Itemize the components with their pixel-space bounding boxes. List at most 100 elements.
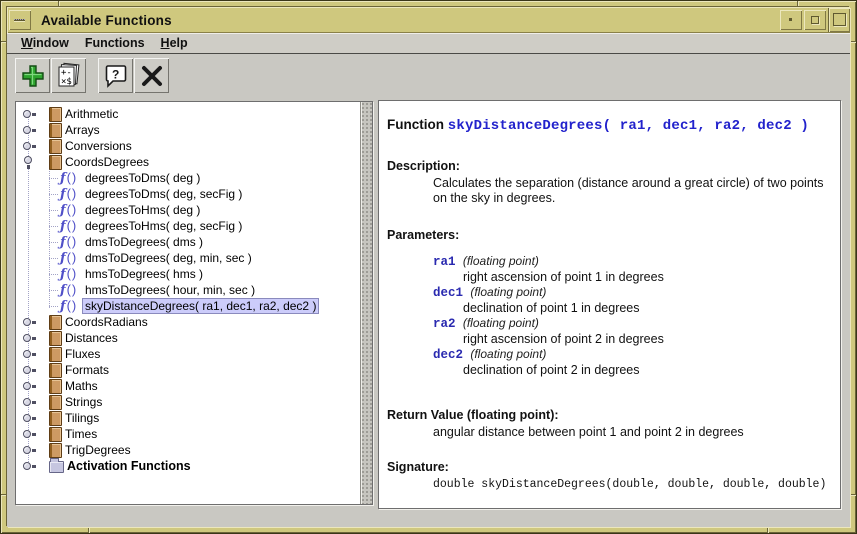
expand-handle-icon[interactable] (22, 331, 36, 345)
minimize-icon (789, 18, 792, 21)
parameter-list: ra1 (floating point) right ascension of … (385, 254, 834, 378)
function-icon (60, 235, 82, 249)
tree-branch-tick (49, 306, 58, 307)
tree-function-row[interactable]: skyDistanceDegrees( ra1, dec1, ra2, dec2… (16, 298, 360, 314)
tree-branch-tick (49, 258, 58, 259)
tree-function-row[interactable]: hmsToDegrees( hour, min, sec ) (16, 282, 360, 298)
book-icon (49, 443, 62, 458)
book-icon (49, 155, 62, 170)
function-icon (60, 299, 82, 313)
function-icon (60, 219, 82, 233)
expand-handle-icon[interactable] (22, 443, 36, 457)
window-title: Available Functions (31, 13, 778, 28)
tree-category-row[interactable]: TrigDegrees (16, 442, 360, 458)
parameter-description: right ascension of point 2 in degrees (463, 332, 834, 347)
tree-branch-tick (49, 226, 58, 227)
tree-category-label: TrigDegrees (62, 442, 134, 458)
tree-category-row[interactable]: Fluxes (16, 346, 360, 362)
close-button[interactable] (134, 58, 169, 93)
parameter-entry: ra1 (floating point) right ascension of … (385, 254, 834, 285)
function-icon (60, 203, 82, 217)
book-icon (49, 123, 62, 138)
green-plus-icon (20, 63, 46, 89)
parameter-name: dec1 (433, 286, 463, 300)
book-icon (49, 139, 62, 154)
frame-notch (850, 494, 856, 496)
tree-function-row[interactable]: degreesToHms( deg ) (16, 202, 360, 218)
parameter-type: (floating point) (460, 254, 539, 268)
minimize-button[interactable] (780, 10, 802, 30)
book-icon (49, 461, 64, 473)
tree-category-row[interactable]: Tilings (16, 410, 360, 426)
help-button[interactable]: ? (98, 58, 133, 93)
tree-category-row[interactable]: Strings (16, 394, 360, 410)
tree-category-row[interactable]: Arrays (16, 122, 360, 138)
tree-category-row[interactable]: Formats (16, 362, 360, 378)
tree-function-label: degreesToDms( deg, secFig ) (82, 186, 245, 202)
svg-text:×$: ×$ (61, 77, 72, 87)
expand-handle-icon[interactable] (22, 107, 36, 121)
maximize-button[interactable] (804, 10, 826, 30)
titlebar[interactable]: Available Functions (7, 7, 850, 33)
doc-header-signature: skyDistanceDegrees( ra1, dec1, ra2, dec2… (448, 118, 809, 134)
description-text: Calculates the separation (distance arou… (433, 176, 833, 206)
parameter-description: right ascension of point 1 in degrees (463, 270, 834, 285)
tree-function-row[interactable]: hmsToDegrees( hms ) (16, 266, 360, 282)
window-menu-button[interactable] (9, 10, 31, 30)
expand-handle-icon[interactable] (22, 123, 36, 137)
frame-notch (850, 41, 856, 43)
functions-tree[interactable]: Arithmetic Arrays Conversions CoordsDegr… (16, 102, 360, 504)
expand-handle-icon[interactable] (22, 155, 36, 169)
menu-functions[interactable]: Functions (77, 34, 153, 52)
tree-function-row[interactable]: dmsToDegrees( deg, min, sec ) (16, 250, 360, 266)
tree-function-row[interactable]: degreesToDms( deg ) (16, 170, 360, 186)
tree-scrollbar[interactable] (360, 102, 372, 504)
resize-corner[interactable] (828, 8, 850, 32)
book-icon (49, 427, 62, 442)
menu-help[interactable]: Help (153, 34, 196, 52)
tree-category-row[interactable]: Activation Functions (16, 458, 360, 474)
tree-category-row[interactable]: Distances (16, 330, 360, 346)
tree-category-label: Formats (62, 362, 112, 378)
parameter-type: (floating point) (467, 347, 546, 361)
tree-category-row[interactable]: Times (16, 426, 360, 442)
function-icon (60, 267, 82, 281)
expand-handle-icon[interactable] (22, 411, 36, 425)
book-icon (49, 315, 62, 330)
tree-category-row[interactable]: CoordsDegrees (16, 154, 360, 170)
doc-header: Function skyDistanceDegrees( ra1, dec1, … (387, 117, 834, 134)
tree-function-row[interactable]: dmsToDegrees( dms ) (16, 234, 360, 250)
calc-sheets-icon: +- ×$ (55, 62, 83, 90)
tree-function-row[interactable]: degreesToDms( deg, secFig ) (16, 186, 360, 202)
tree-branch-tick (49, 242, 58, 243)
signature-label: Signature: (387, 460, 834, 474)
tree-function-label: dmsToDegrees( dms ) (82, 234, 206, 250)
expand-handle-icon[interactable] (22, 459, 36, 473)
menu-window[interactable]: Window (13, 34, 77, 52)
expand-handle-icon[interactable] (22, 315, 36, 329)
tree-category-row[interactable]: Arithmetic (16, 106, 360, 122)
tree-function-label: hmsToDegrees( hms ) (82, 266, 206, 282)
tree-branch-tick (49, 194, 58, 195)
parameter-name: dec2 (433, 348, 463, 362)
tree-function-label: hmsToDegrees( hour, min, sec ) (82, 282, 258, 298)
tree-function-row[interactable]: degreesToHms( deg, secFig ) (16, 218, 360, 234)
add-function-button[interactable] (15, 58, 50, 93)
tree-category-row[interactable]: Maths (16, 378, 360, 394)
parameter-description: declination of point 1 in degrees (463, 301, 834, 316)
book-icon (49, 411, 62, 426)
tree-category-row[interactable]: CoordsRadians (16, 314, 360, 330)
menubar: Window Functions Help (7, 33, 850, 54)
expand-handle-icon[interactable] (22, 395, 36, 409)
tree-branch-tick (49, 178, 58, 179)
expand-handle-icon[interactable] (22, 379, 36, 393)
expand-handle-icon[interactable] (22, 139, 36, 153)
browse-functions-button[interactable]: +- ×$ (51, 58, 86, 93)
expand-handle-icon[interactable] (22, 363, 36, 377)
function-icon (60, 283, 82, 297)
tree-category-row[interactable]: Conversions (16, 138, 360, 154)
book-icon (49, 395, 62, 410)
tree-category-label: Maths (62, 378, 101, 394)
expand-handle-icon[interactable] (22, 347, 36, 361)
expand-handle-icon[interactable] (22, 427, 36, 441)
